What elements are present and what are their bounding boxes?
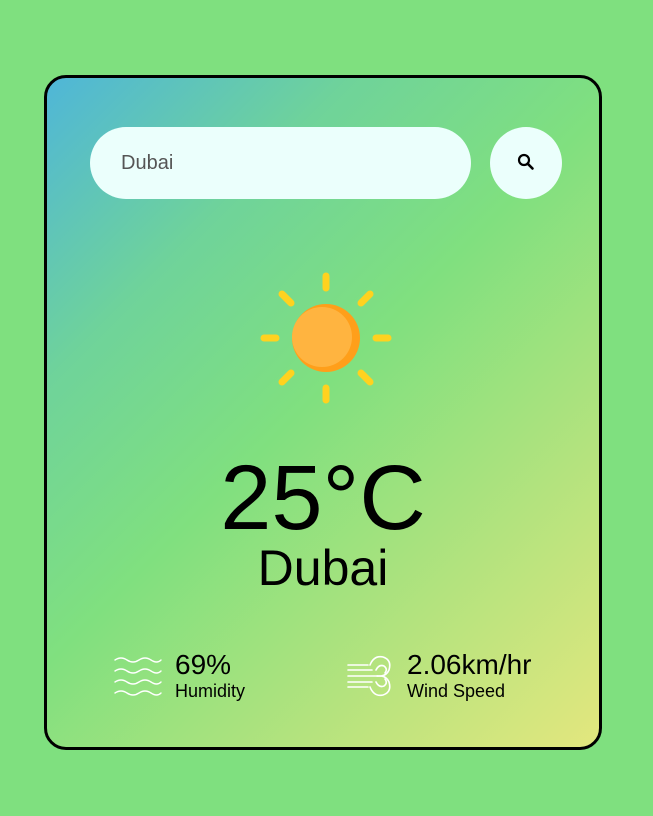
weather-card: 25°C Dubai 69% Humidity [44,75,602,750]
wind-icon [345,651,395,701]
search-button[interactable] [490,127,562,199]
humidity-label: Humidity [175,681,246,701]
wind-speed-value: 2.06km/hr [407,649,532,680]
temperature: 25°C [220,447,426,549]
city-name: Dubai [257,540,389,596]
humidity-value: 69% [175,649,232,680]
city-search-input[interactable] [90,127,471,199]
wind-section: 2.06km/hr Wind Speed [345,650,532,701]
humidity-waves-icon [113,651,163,701]
humidity-section: 69% Humidity [113,650,245,701]
sun-icon [258,270,394,406]
search-icon [517,153,535,174]
wind-speed-label: Wind Speed [407,681,506,701]
